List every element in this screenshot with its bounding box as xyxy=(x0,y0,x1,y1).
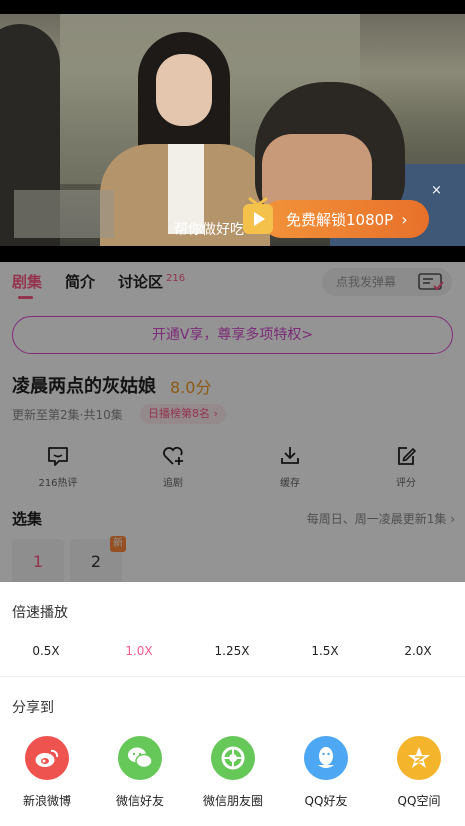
speed-option-0-5x[interactable]: 0.5X xyxy=(16,644,76,658)
tab-underline xyxy=(18,296,33,299)
share-qzone-label: QQ空间 xyxy=(397,794,441,808)
sheet-divider xyxy=(0,676,465,677)
follow-icon xyxy=(163,446,183,465)
discussion-count: 216 xyxy=(166,273,186,284)
share-qq[interactable]: QQ好友 xyxy=(286,736,366,809)
danmaku-settings-icon[interactable] xyxy=(417,271,445,293)
tab-episodes[interactable]: 剧集 xyxy=(12,271,42,292)
video-player[interactable]: 帮你做好吃 免费解锁1080P › × xyxy=(0,0,465,262)
rate-label: 评分 xyxy=(396,478,416,489)
rate-button[interactable]: 评分 xyxy=(376,444,436,489)
share-qzone[interactable]: QQ空间 xyxy=(379,736,459,809)
speed-title: 倍速播放 xyxy=(12,605,68,621)
moments-icon xyxy=(211,736,255,780)
detail-content: 剧集 简介 讨论区 216 点我发弹幕 开通V享，尊享多项特权> 凌晨两点的灰姑娘… xyxy=(0,262,465,582)
video-subtitle: 帮你做好吃 xyxy=(174,222,244,238)
qq-icon xyxy=(304,736,348,780)
download-button[interactable]: 缓存 xyxy=(260,444,320,489)
speed-option-1-0x[interactable]: 1.0X xyxy=(109,644,169,658)
follow-label: 追剧 xyxy=(163,478,183,489)
share-weibo-label: 新浪微博 xyxy=(22,794,71,808)
comment-icon xyxy=(48,447,68,466)
rate-icon xyxy=(398,447,417,465)
bottom-sheet: 倍速播放 0.5X 1.0X 1.25X 1.5X 2.0X 分享到 新浪微博 … xyxy=(0,582,465,826)
weibo-icon xyxy=(25,736,69,780)
update-status: 更新至第2集·共10集 xyxy=(12,408,123,422)
unlock-label: 免费解锁1080P xyxy=(286,210,394,229)
show-title: 凌晨两点的灰姑娘 xyxy=(12,376,156,397)
share-qq-label: QQ好友 xyxy=(304,794,348,808)
chevron-right-icon: › xyxy=(401,209,408,229)
share-wechat-label: 微信好友 xyxy=(115,794,164,808)
comments-button[interactable]: 216热评 xyxy=(28,444,88,489)
comments-label: 216热评 xyxy=(38,478,78,489)
speed-option-1-5x[interactable]: 1.5X xyxy=(295,644,355,658)
tab-discussion[interactable]: 讨论区 216 xyxy=(118,271,185,292)
wechat-icon xyxy=(118,736,162,780)
follow-button[interactable]: 追剧 xyxy=(143,444,203,489)
qzone-icon xyxy=(397,736,441,780)
speed-option-2-0x[interactable]: 2.0X xyxy=(388,644,448,658)
tab-bar: 剧集 简介 讨论区 216 点我发弹幕 xyxy=(0,262,465,302)
speed-option-1-25x[interactable]: 1.25X xyxy=(202,644,262,658)
tv-icon xyxy=(243,196,273,234)
rank-badge[interactable]: 日播榜第8名 › xyxy=(140,404,226,424)
vip-banner[interactable]: 开通V享，尊享多项特权> xyxy=(12,316,453,354)
close-icon[interactable]: × xyxy=(431,183,442,198)
episodes-header: 选集 xyxy=(12,510,43,528)
new-badge: 新 xyxy=(110,536,126,552)
episodes-schedule[interactable]: 每周日、周一凌晨更新1集 › xyxy=(307,510,455,527)
tab-discussion-label: 讨论区 xyxy=(118,273,164,291)
download-label: 缓存 xyxy=(280,478,300,489)
share-weibo[interactable]: 新浪微博 xyxy=(7,736,87,809)
episode-1[interactable]: 1 xyxy=(12,539,64,582)
show-score: 8.0分 xyxy=(170,378,212,397)
share-wechat[interactable]: 微信好友 xyxy=(100,736,180,809)
video-woman-face xyxy=(156,54,212,126)
action-row: 216热评 追剧 缓存 评分 xyxy=(0,444,465,494)
video-blur-overlay xyxy=(14,190,114,238)
unlock-1080p-button[interactable]: 免费解锁1080P › xyxy=(262,200,429,238)
share-moments[interactable]: 微信朋友圈 xyxy=(193,736,273,809)
download-icon xyxy=(281,447,299,464)
share-title: 分享到 xyxy=(12,700,54,716)
share-moments-label: 微信朋友圈 xyxy=(202,794,263,808)
tab-intro[interactable]: 简介 xyxy=(65,271,95,292)
